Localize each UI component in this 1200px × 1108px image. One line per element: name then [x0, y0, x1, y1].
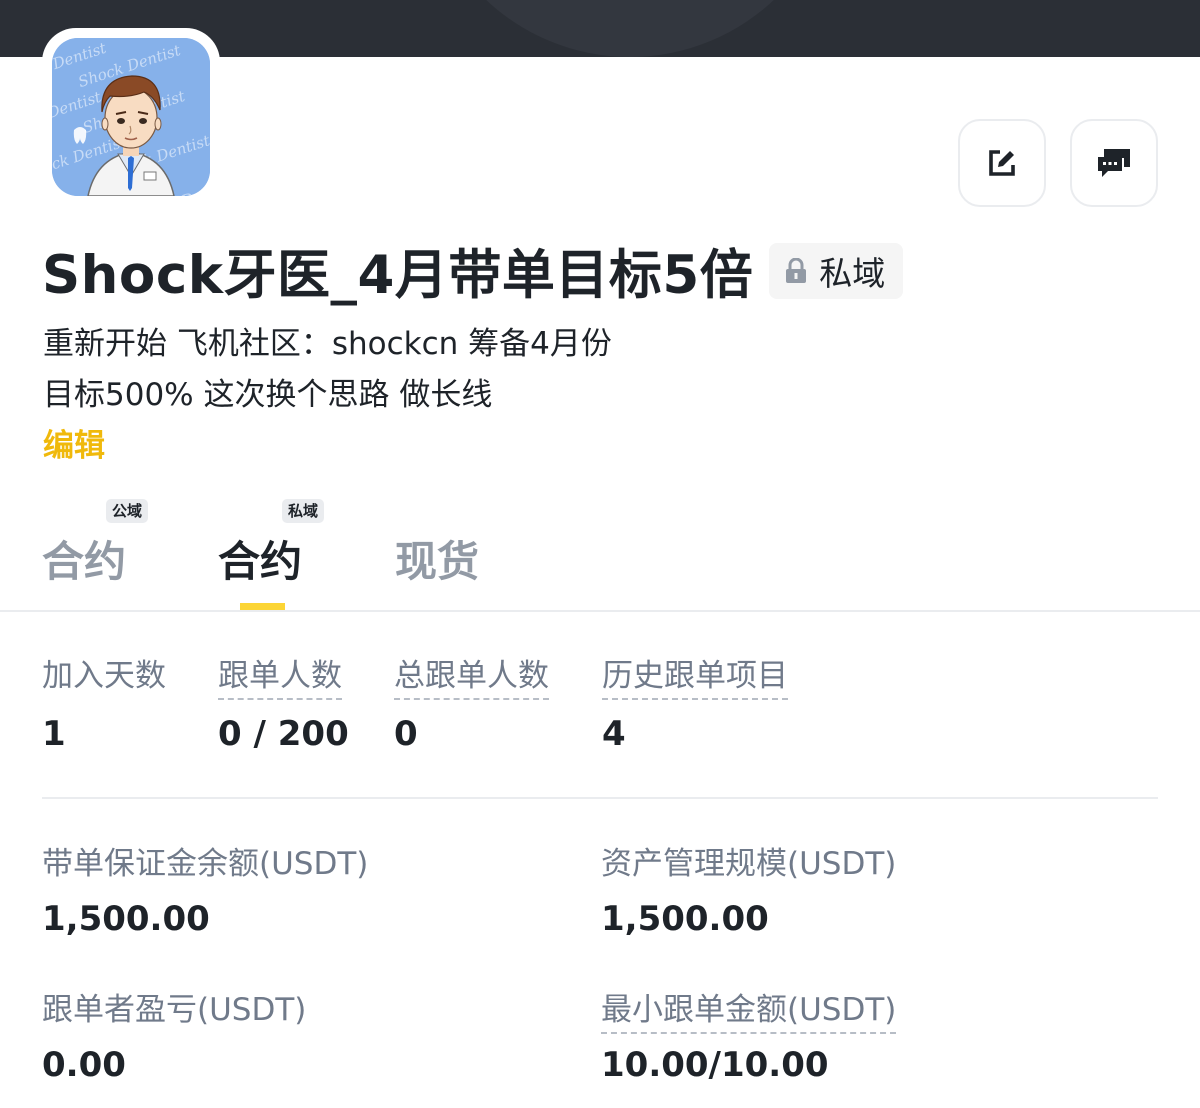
- avatar-frame: Shock Dentist Shock Dentist Shock Dentis…: [42, 28, 220, 206]
- tab-tag-private: 私域: [282, 499, 325, 523]
- edit-icon: [989, 150, 1015, 176]
- aum-value: 1,500.00: [601, 899, 769, 939]
- stat-days-joined-value: 1: [42, 714, 66, 754]
- tab-tag-public: 公域: [106, 499, 149, 523]
- cover-decoration: [420, 0, 840, 57]
- tab-futures-public[interactable]: 合约: [42, 528, 126, 589]
- stats-divider: [42, 797, 1158, 799]
- margin-balance-value: 1,500.00: [42, 899, 210, 939]
- tab-spot[interactable]: 现货: [395, 528, 479, 589]
- stat-history-projects-label[interactable]: 历史跟单项目: [602, 650, 788, 700]
- stat-total-followers-value: 0: [394, 714, 418, 754]
- tab-futures-private[interactable]: 合约: [218, 528, 302, 589]
- stat-current-followers-label[interactable]: 跟单人数: [218, 650, 342, 700]
- privacy-badge: 私域: [769, 243, 904, 299]
- privacy-badge-label: 私域: [819, 254, 886, 293]
- profile-sheet: [0, 57, 1200, 1108]
- margin-balance-label: 带单保证金余额(USDT): [42, 846, 369, 882]
- profile-bio-line-2: 目标500% 这次换个思路 做长线: [43, 377, 493, 413]
- lock-icon: [786, 258, 807, 283]
- active-tab-indicator: [240, 603, 285, 610]
- min-copy-amount-label[interactable]: 最小跟单金额(USDT): [601, 984, 897, 1034]
- tabs-divider: [0, 610, 1200, 612]
- edit-bio-link[interactable]: 编辑: [43, 420, 105, 465]
- stat-history-projects-value: 4: [602, 714, 626, 754]
- message-icon: [1098, 149, 1130, 177]
- follower-pnl-value: 0.00: [42, 1045, 126, 1085]
- profile-title-row: Shock牙医_4月带单目标5倍 私域: [42, 236, 904, 306]
- message-button[interactable]: [1070, 119, 1158, 207]
- min-copy-amount-value: 10.00/10.00: [601, 1045, 829, 1085]
- edit-profile-button[interactable]: [958, 119, 1046, 207]
- stat-current-followers-value: 0 / 200: [218, 714, 349, 754]
- stat-days-joined-label: 加入天数: [42, 658, 166, 694]
- avatar-illustration: Shock Dentist Shock Dentist Shock Dentis…: [52, 38, 210, 196]
- profile-name: Shock牙医_4月带单目标5倍: [42, 245, 754, 306]
- avatar[interactable]: Shock Dentist Shock Dentist Shock Dentis…: [52, 38, 210, 196]
- follower-pnl-label: 跟单者盈亏(USDT): [42, 992, 307, 1028]
- stat-total-followers-label[interactable]: 总跟单人数: [394, 650, 549, 700]
- profile-bio-line-1: 重新开始 飞机社区：shockcn 筹备4月份: [43, 326, 612, 362]
- aum-label: 资产管理规模(USDT): [601, 846, 897, 882]
